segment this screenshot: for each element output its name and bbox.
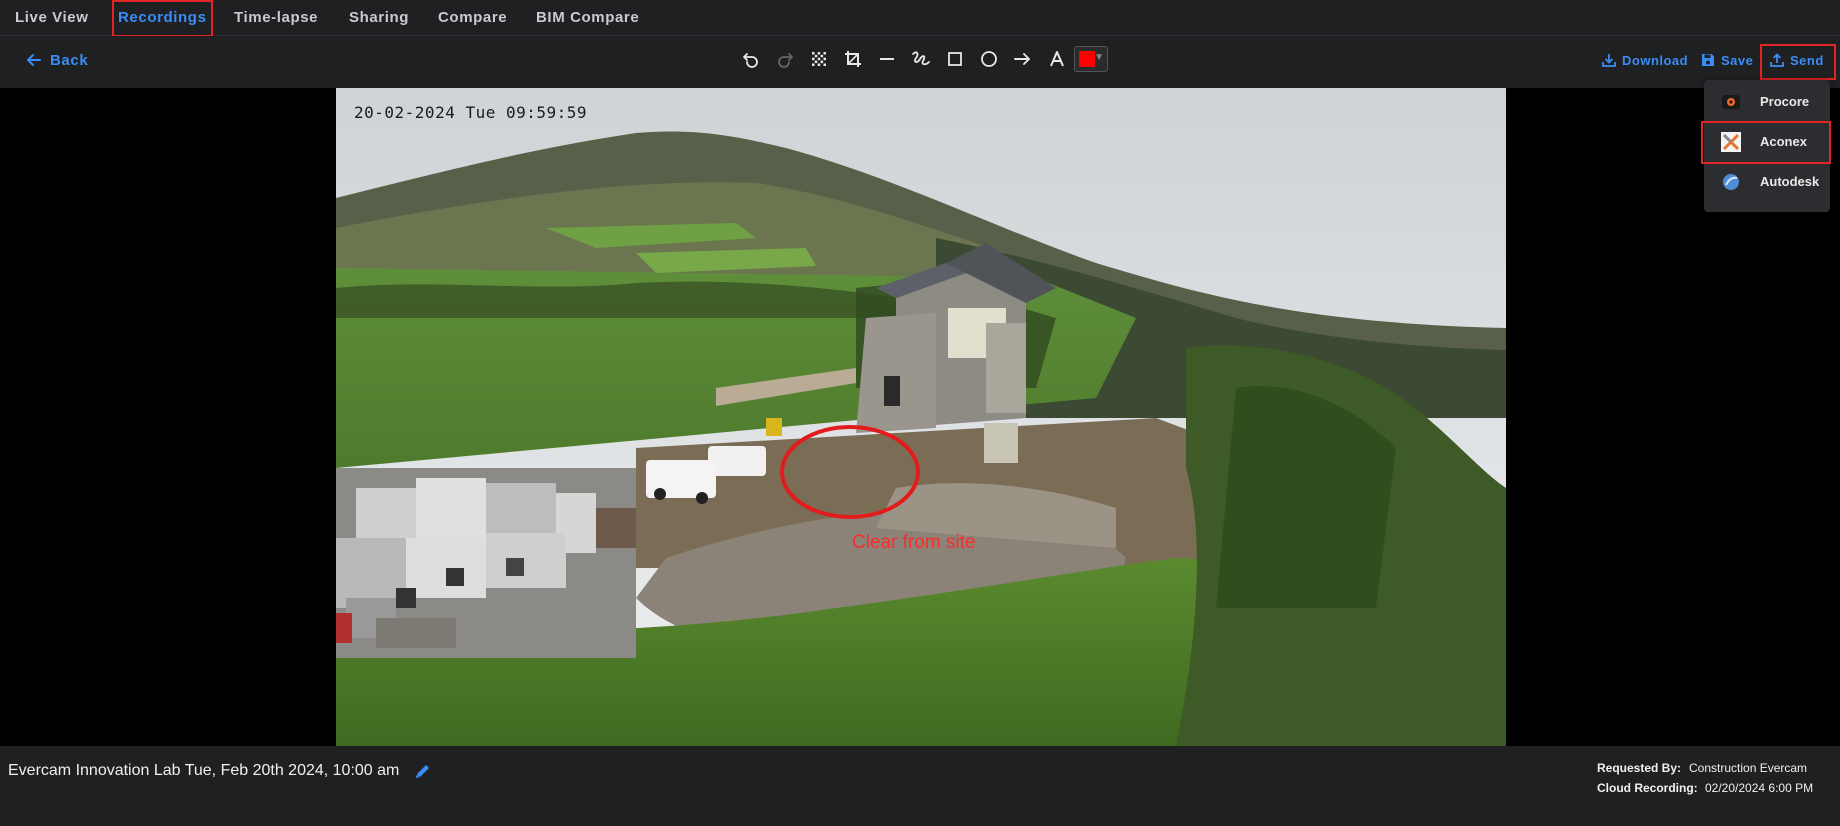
highlight-box-aconex (1701, 121, 1831, 164)
autodesk-icon (1721, 172, 1741, 192)
selected-color-swatch (1079, 51, 1095, 67)
undo-button[interactable] (738, 46, 764, 72)
crop-icon (845, 51, 861, 67)
line-tool[interactable] (874, 46, 900, 72)
back-label: Back (50, 51, 89, 69)
snapshot-timestamp: 20-02-2024 Tue 09:59:59 (354, 103, 588, 122)
save-button[interactable]: Save (1701, 50, 1753, 70)
send-menu-item-autodesk[interactable]: Autodesk (1704, 164, 1830, 200)
color-picker[interactable]: ▼ (1074, 46, 1108, 72)
tab-time-lapse[interactable]: Time-lapse (234, 0, 318, 36)
send-menu-label: Procore (1760, 94, 1810, 109)
ellipse-icon (981, 51, 997, 67)
floppy-disk-icon (1702, 54, 1714, 66)
tab-live-view[interactable]: Live View (15, 0, 89, 36)
cloud-recording-label: Cloud Recording: (1597, 781, 1698, 795)
tab-bim-compare[interactable]: BIM Compare (536, 0, 639, 36)
ellipse-tool[interactable] (976, 46, 1002, 72)
freehand-tool[interactable] (908, 46, 934, 72)
arrow-left-icon (27, 54, 41, 66)
requested-by-label: Requested By: (1597, 761, 1682, 775)
arrow-icon (1014, 53, 1030, 65)
highlight-box-recordings (112, 0, 213, 37)
line-icon (880, 58, 894, 60)
snapshot-footer: Evercam Innovation Lab Tue, Feb 20th 202… (0, 746, 1840, 826)
pixelate-tool[interactable] (806, 46, 832, 72)
editor-toolbar: Back ▼ Download Save Send (0, 36, 1840, 88)
tab-bar: Live View Recordings Time-lapse Sharing … (0, 0, 1840, 36)
annotation-text: Clear from site (852, 532, 976, 553)
download-button[interactable]: Download (1602, 50, 1688, 70)
download-label: Download (1622, 52, 1689, 68)
save-label: Save (1721, 52, 1754, 68)
download-icon (1602, 54, 1616, 67)
rectangle-icon (948, 52, 962, 66)
requested-by-value: Construction Evercam (1689, 761, 1808, 775)
cloud-recording-value: 02/20/2024 6:00 PM (1705, 781, 1814, 795)
tab-sharing[interactable]: Sharing (349, 0, 409, 36)
procore-icon (1721, 92, 1741, 112)
undo-icon (743, 53, 758, 68)
app-root: Live View Recordings Time-lapse Sharing … (0, 0, 1840, 826)
freehand-icon (912, 51, 930, 66)
back-button[interactable]: Back (26, 48, 88, 72)
send-menu-item-procore[interactable]: Procore (1704, 84, 1830, 120)
pixelated-region (336, 468, 636, 658)
crop-tool[interactable] (840, 46, 866, 72)
pencil-icon (416, 765, 429, 778)
text-tool[interactable] (1044, 46, 1070, 72)
text-icon (1050, 51, 1064, 67)
arrow-tool[interactable] (1010, 46, 1036, 72)
redo-button[interactable] (772, 46, 798, 72)
rectangle-tool[interactable] (942, 46, 968, 72)
tab-compare[interactable]: Compare (438, 0, 507, 36)
chevron-down-icon: ▼ (1094, 52, 1104, 63)
pixelate-icon (812, 52, 826, 66)
edit-title-button[interactable] (414, 762, 434, 782)
redo-icon (778, 53, 793, 68)
snapshot-canvas[interactable]: 20-02-2024 Tue 09:59:59 Clear from site (336, 88, 1506, 746)
snapshot-title: Evercam Innovation Lab Tue, Feb 20th 202… (8, 762, 400, 779)
send-menu-label: Autodesk (1760, 174, 1820, 189)
site-snapshot-image (336, 88, 1506, 746)
highlight-box-send (1760, 44, 1836, 80)
